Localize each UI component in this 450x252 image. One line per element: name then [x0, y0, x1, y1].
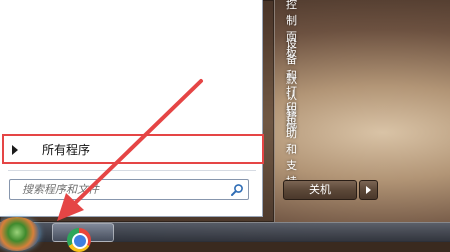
help-support-item[interactable]: 帮助和支持 — [286, 109, 297, 189]
divider — [8, 170, 256, 171]
all-programs-label: 所有程序 — [42, 143, 91, 157]
expand-arrow-icon — [12, 145, 18, 155]
chrome-icon — [67, 228, 91, 252]
start-menu: 所有程序 控制面板 设备和打印机 默认程序 帮助和支持 关机 — [0, 0, 378, 222]
shutdown-button[interactable]: 关机 — [283, 180, 357, 200]
shutdown-options-button[interactable] — [359, 180, 378, 200]
taskbar — [0, 217, 450, 252]
start-orb-icon[interactable] — [0, 217, 40, 251]
search-icon[interactable] — [230, 183, 244, 197]
search-input[interactable] — [12, 181, 232, 198]
chevron-right-icon — [366, 186, 371, 194]
start-menu-left-pane: 所有程序 — [0, 0, 264, 217]
all-programs-item[interactable]: 所有程序 — [2, 134, 264, 164]
taskbar-chrome-button[interactable] — [52, 223, 114, 252]
search-box[interactable] — [9, 179, 249, 200]
